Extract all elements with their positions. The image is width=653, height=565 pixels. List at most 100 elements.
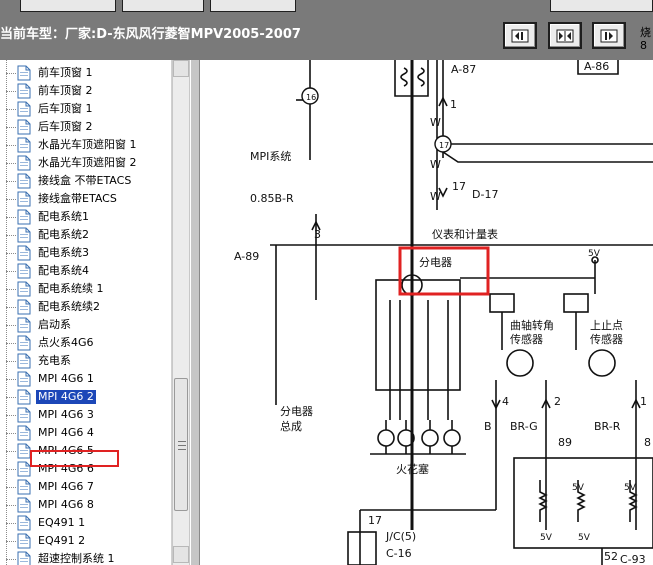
label-pin1b: 1: [640, 395, 647, 408]
page-fit-button[interactable]: [548, 22, 582, 49]
tree-item[interactable]: MPI 4G6 2: [6, 388, 171, 406]
label-5v-a: 5V: [540, 533, 553, 543]
document-icon: [17, 515, 31, 531]
scroll-thumb[interactable]: [174, 378, 188, 511]
document-icon: [17, 101, 31, 117]
tree-connector: [6, 415, 16, 416]
label-w2: W: [430, 158, 441, 171]
tree-item[interactable]: MPI 4G6 8: [6, 496, 171, 514]
panel-splitter[interactable]: [190, 60, 200, 565]
toolbar-button-3[interactable]: [210, 0, 296, 12]
label-pin17: 17: [452, 180, 466, 193]
label-distributor-assy-1: 分电器: [280, 405, 313, 418]
tree-item-label: 配电系统续2: [38, 300, 100, 313]
tree-item[interactable]: 配电系统2: [6, 226, 171, 244]
label-c93: C-93: [620, 553, 646, 565]
tree-item[interactable]: 后车顶窗 1: [6, 100, 171, 118]
document-icon: [17, 173, 31, 189]
document-icon: [17, 425, 31, 441]
tree-scrollbar[interactable]: [172, 60, 190, 565]
tree-item-label: 后车顶窗 1: [38, 102, 93, 115]
tree-connector: [6, 469, 16, 470]
tree-connector: [6, 325, 16, 326]
tree-item[interactable]: EQ491 2: [6, 532, 171, 550]
tree-item-label: MPI 4G6 4: [38, 426, 94, 439]
tree-connector: [6, 181, 16, 182]
page-next-icon: [600, 29, 618, 43]
label-5v-d: 5V: [624, 483, 637, 493]
tree-item[interactable]: 接线盒 不带ETACS: [6, 172, 171, 190]
label-jc5: J/C(5): [385, 530, 416, 543]
document-icon: [17, 317, 31, 333]
document-icon: [17, 389, 31, 405]
tree-item-label: MPI 4G6 2: [36, 390, 96, 404]
page-next-button[interactable]: [592, 22, 626, 49]
tree-item[interactable]: 超速控制系统 1: [6, 550, 171, 565]
document-icon: [17, 371, 31, 387]
tree-item[interactable]: 配电系统续 1: [6, 280, 171, 298]
label-pin8: 8: [644, 436, 651, 449]
toolbar-button-4[interactable]: [550, 0, 653, 12]
tree-item-label: 后车顶窗 2: [38, 120, 93, 133]
toolbar-button-1[interactable]: [20, 0, 116, 12]
page-prev-button[interactable]: [503, 22, 537, 49]
label-distributor: 分电器: [419, 256, 452, 269]
document-icon: [17, 155, 31, 171]
tree-item[interactable]: 启动系: [6, 316, 171, 334]
tree-connector: [6, 163, 16, 164]
tree-item[interactable]: 配电系统续2: [6, 298, 171, 316]
tree-item[interactable]: MPI 4G6 1: [6, 370, 171, 388]
tree-connector: [6, 307, 16, 308]
top-toolbar: 当前车型：厂家:D-东风风行菱智MPV2005-2007 烧 8: [0, 0, 653, 60]
tree-connector: [6, 505, 16, 506]
label-d17: D-17: [472, 188, 498, 201]
tree-connector: [6, 559, 16, 560]
page-prev-icon: [511, 29, 529, 43]
tree-item[interactable]: 水晶光车顶遮阳窗 2: [6, 154, 171, 172]
tree-item[interactable]: 接线盒带ETACS: [6, 190, 171, 208]
label-circle16: 16: [306, 93, 316, 102]
tree-item[interactable]: 前车顶窗 2: [6, 82, 171, 100]
document-icon: [17, 245, 31, 261]
document-icon: [17, 263, 31, 279]
tree-item[interactable]: 充电系: [6, 352, 171, 370]
scroll-up-button[interactable]: [173, 60, 189, 77]
label-pin52: 52: [604, 550, 618, 563]
label-5v-top: 5V: [588, 249, 601, 259]
toolbar-button-2[interactable]: [122, 0, 204, 12]
tree-item[interactable]: MPI 4G6 4: [6, 424, 171, 442]
tree-item[interactable]: 水晶光车顶遮阳窗 1: [6, 136, 171, 154]
label-tdc-sensor-2: 传感器: [590, 333, 623, 346]
tree-item[interactable]: 点火系4G6: [6, 334, 171, 352]
document-tree: 前车顶窗 1 前车顶窗 2 后车顶窗 1 后车顶窗 2 水晶光车顶遮阳窗 1 水晶光车顶遮…: [0, 60, 172, 565]
tree-connector: [6, 253, 16, 254]
document-icon: [17, 299, 31, 315]
document-icon: [17, 407, 31, 423]
tree-item-label: 充电系: [38, 354, 71, 367]
tree-item[interactable]: MPI 4G6 3: [6, 406, 171, 424]
tree-item-label: 配电系统3: [38, 246, 89, 259]
scroll-grip-icon: [178, 441, 186, 450]
tree-connector: [6, 109, 16, 110]
tree-item-label: 超速控制系统 1: [38, 552, 115, 565]
tree-item-label: MPI 4G6 3: [38, 408, 94, 421]
tree-connector: [6, 451, 16, 452]
tree-connector: [6, 127, 16, 128]
current-vehicle-label: 当前车型：厂家:D-东风风行菱智MPV2005-2007: [0, 27, 301, 42]
label-5v-c: 5V: [578, 533, 591, 543]
tree-connector: [6, 487, 16, 488]
tree-item[interactable]: MPI 4G6 7: [6, 478, 171, 496]
document-icon: [17, 335, 31, 351]
scroll-down-button[interactable]: [173, 546, 189, 563]
tree-item[interactable]: 前车顶窗 1: [6, 64, 171, 82]
tree-item-label: 配电系统2: [38, 228, 89, 241]
tree-item[interactable]: 后车顶窗 2: [6, 118, 171, 136]
document-icon: [17, 281, 31, 297]
tree-item[interactable]: 配电系统4: [6, 262, 171, 280]
label-5v-b: 5V: [572, 483, 585, 493]
tree-item[interactable]: 配电系统1: [6, 208, 171, 226]
document-icon: [17, 119, 31, 135]
tree-item[interactable]: 配电系统3: [6, 244, 171, 262]
tree-item[interactable]: EQ491 1: [6, 514, 171, 532]
tree-item-label: 水晶光车顶遮阳窗 1: [38, 138, 137, 151]
